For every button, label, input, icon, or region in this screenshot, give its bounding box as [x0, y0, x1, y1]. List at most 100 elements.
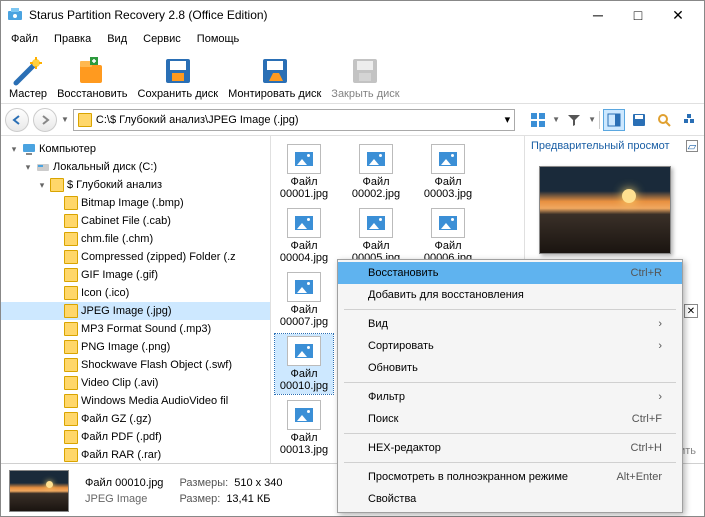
ctx-sort[interactable]: Сортировать›	[338, 335, 682, 357]
file-label: Файл00007.jpg	[280, 304, 328, 328]
closedisk-icon	[349, 55, 381, 87]
tree-item[interactable]: Bitmap Image (.bmp)	[1, 194, 270, 212]
address-bar[interactable]: C:\$ Глубокий анализ\JPEG Image (.jpg) ▾	[73, 109, 515, 131]
menu-view[interactable]: Вид	[101, 31, 133, 47]
separator	[599, 111, 600, 129]
folder-icon	[78, 113, 92, 127]
view-dropdown[interactable]: ▼	[552, 115, 560, 124]
tree-computer[interactable]: ▾ Компьютер	[1, 140, 270, 158]
file-item[interactable]: Файл00002.jpg	[347, 142, 405, 202]
search-icon[interactable]	[653, 109, 675, 131]
status-dim-label: Размеры:	[179, 477, 228, 489]
mount-button[interactable]: Монтировать диск	[228, 55, 321, 100]
tree-item[interactable]: GIF Image (.gif)	[1, 266, 270, 284]
folder-icon	[64, 286, 78, 300]
view-large-icon[interactable]	[527, 109, 549, 131]
tree-item[interactable]: Icon (.ico)	[1, 284, 270, 302]
tree-item[interactable]: Файл GZ (.gz)	[1, 410, 270, 428]
save-small-icon[interactable]	[628, 109, 650, 131]
save-icon	[162, 55, 194, 87]
folder-icon	[64, 430, 78, 444]
ctx-properties[interactable]: Свойства	[338, 488, 682, 510]
tree-item[interactable]: Windows Media AudioVideo fil	[1, 392, 270, 410]
preview-toggle-icon[interactable]	[603, 109, 625, 131]
menu-help[interactable]: Помощь	[191, 31, 246, 47]
context-menu: ВосстановитьCtrl+R Добавить для восстано…	[337, 259, 683, 513]
file-item[interactable]: Файл00006.jpg	[419, 206, 477, 266]
savedisk-button[interactable]: Сохранить диск	[138, 55, 219, 100]
ctx-refresh[interactable]: Обновить	[338, 357, 682, 379]
folder-icon	[64, 412, 78, 426]
status-dim-value: 510 x 340	[234, 477, 282, 489]
tree-item-label: Compressed (zipped) Folder (.z	[81, 251, 236, 263]
tree-localdisk[interactable]: ▾ Локальный диск (C:)	[1, 158, 270, 176]
ctx-search[interactable]: ПоискCtrl+F	[338, 408, 682, 430]
tree-item-label: Windows Media AudioVideo fil	[81, 395, 228, 407]
options-icon[interactable]	[678, 109, 700, 131]
file-item[interactable]: Файл00001.jpg	[275, 142, 333, 202]
ctx-hex[interactable]: HEX-редакторCtrl+H	[338, 437, 682, 459]
nav-history-dropdown[interactable]: ▼	[61, 115, 69, 124]
wand-icon	[12, 55, 44, 87]
image-icon	[287, 272, 321, 302]
preview-popout-icon[interactable]: ▱	[686, 140, 698, 152]
address-dropdown[interactable]: ▾	[505, 113, 511, 126]
tree-item[interactable]: Video Clip (.avi)	[1, 374, 270, 392]
status-size-value: 13,41 КБ	[226, 493, 270, 505]
nav-back-button[interactable]	[5, 108, 29, 132]
ctx-restore[interactable]: ВосстановитьCtrl+R	[338, 262, 682, 284]
menu-edit[interactable]: Правка	[48, 31, 97, 47]
tree-deep-analysis[interactable]: ▾ $ Глубокий анализ	[1, 176, 270, 194]
closedisk-label: Закрыть диск	[331, 88, 399, 100]
menu-file[interactable]: Файл	[5, 31, 44, 47]
file-item[interactable]: Файл00003.jpg	[419, 142, 477, 202]
file-item[interactable]: Файл00005.jpg	[347, 206, 405, 266]
tree-item-label: Bitmap Image (.bmp)	[81, 197, 184, 209]
tree-item[interactable]: Shockwave Flash Object (.swf)	[1, 356, 270, 374]
tree-item[interactable]: Compressed (zipped) Folder (.z	[1, 248, 270, 266]
file-item[interactable]: Файл00013.jpg	[275, 398, 333, 458]
closedisk-button[interactable]: Закрыть диск	[331, 55, 399, 100]
file-item[interactable]: Файл00007.jpg	[275, 270, 333, 330]
close-button[interactable]: ✕	[658, 7, 698, 24]
menubar: Файл Правка Вид Сервис Помощь	[1, 29, 704, 49]
preview-title: Предварительный просмот	[531, 140, 670, 152]
ctx-view[interactable]: Вид›	[338, 313, 682, 335]
image-icon	[287, 336, 321, 366]
tree-item[interactable]: MP3 Format Sound (.mp3)	[1, 320, 270, 338]
tree-item[interactable]: PNG Image (.png)	[1, 338, 270, 356]
wizard-button[interactable]: Мастер	[9, 55, 47, 100]
tree-item[interactable]: chm.file (.chm)	[1, 230, 270, 248]
status-filetype: JPEG Image	[85, 493, 163, 505]
image-icon	[287, 400, 321, 430]
folder-icon	[64, 394, 78, 408]
restore-button[interactable]: Восстановить	[57, 55, 127, 100]
filter-icon[interactable]	[563, 109, 585, 131]
nav-forward-button[interactable]	[33, 108, 57, 132]
ctx-add[interactable]: Добавить для восстановления	[338, 284, 682, 306]
folder-icon	[64, 358, 78, 372]
file-item[interactable]: Файл00004.jpg	[275, 206, 333, 266]
image-icon	[287, 144, 321, 174]
tree-label: $ Глубокий анализ	[67, 179, 162, 191]
filter-dropdown[interactable]: ▼	[588, 115, 596, 124]
folder-tree[interactable]: ▾ Компьютер ▾ Локальный диск (C:) ▾ $ Гл…	[1, 136, 271, 463]
file-item[interactable]: Файл00010.jpg	[275, 334, 333, 394]
computer-icon	[22, 142, 36, 156]
file-label: Файл00002.jpg	[352, 176, 400, 200]
tree-item[interactable]: Cabinet File (.cab)	[1, 212, 270, 230]
tree-item[interactable]: JPEG Image (.jpg)	[1, 302, 270, 320]
ctx-fullscreen[interactable]: Просмотреть в полноэкранном режимеAlt+En…	[338, 466, 682, 488]
tree-item-label: GIF Image (.gif)	[81, 269, 158, 281]
ctx-filter[interactable]: Фильтр›	[338, 386, 682, 408]
minimize-button[interactable]: ─	[578, 7, 618, 23]
menu-service[interactable]: Сервис	[137, 31, 187, 47]
mount-icon	[259, 55, 291, 87]
tree-item-label: Файл RAR (.rar)	[81, 449, 161, 461]
preview-close-icon[interactable]: ✕	[684, 304, 698, 318]
maximize-button[interactable]: □	[618, 7, 658, 23]
image-icon	[287, 208, 321, 238]
folder-icon	[64, 340, 78, 354]
tree-item[interactable]: Файл RAR (.rar)	[1, 446, 270, 463]
tree-item[interactable]: Файл PDF (.pdf)	[1, 428, 270, 446]
